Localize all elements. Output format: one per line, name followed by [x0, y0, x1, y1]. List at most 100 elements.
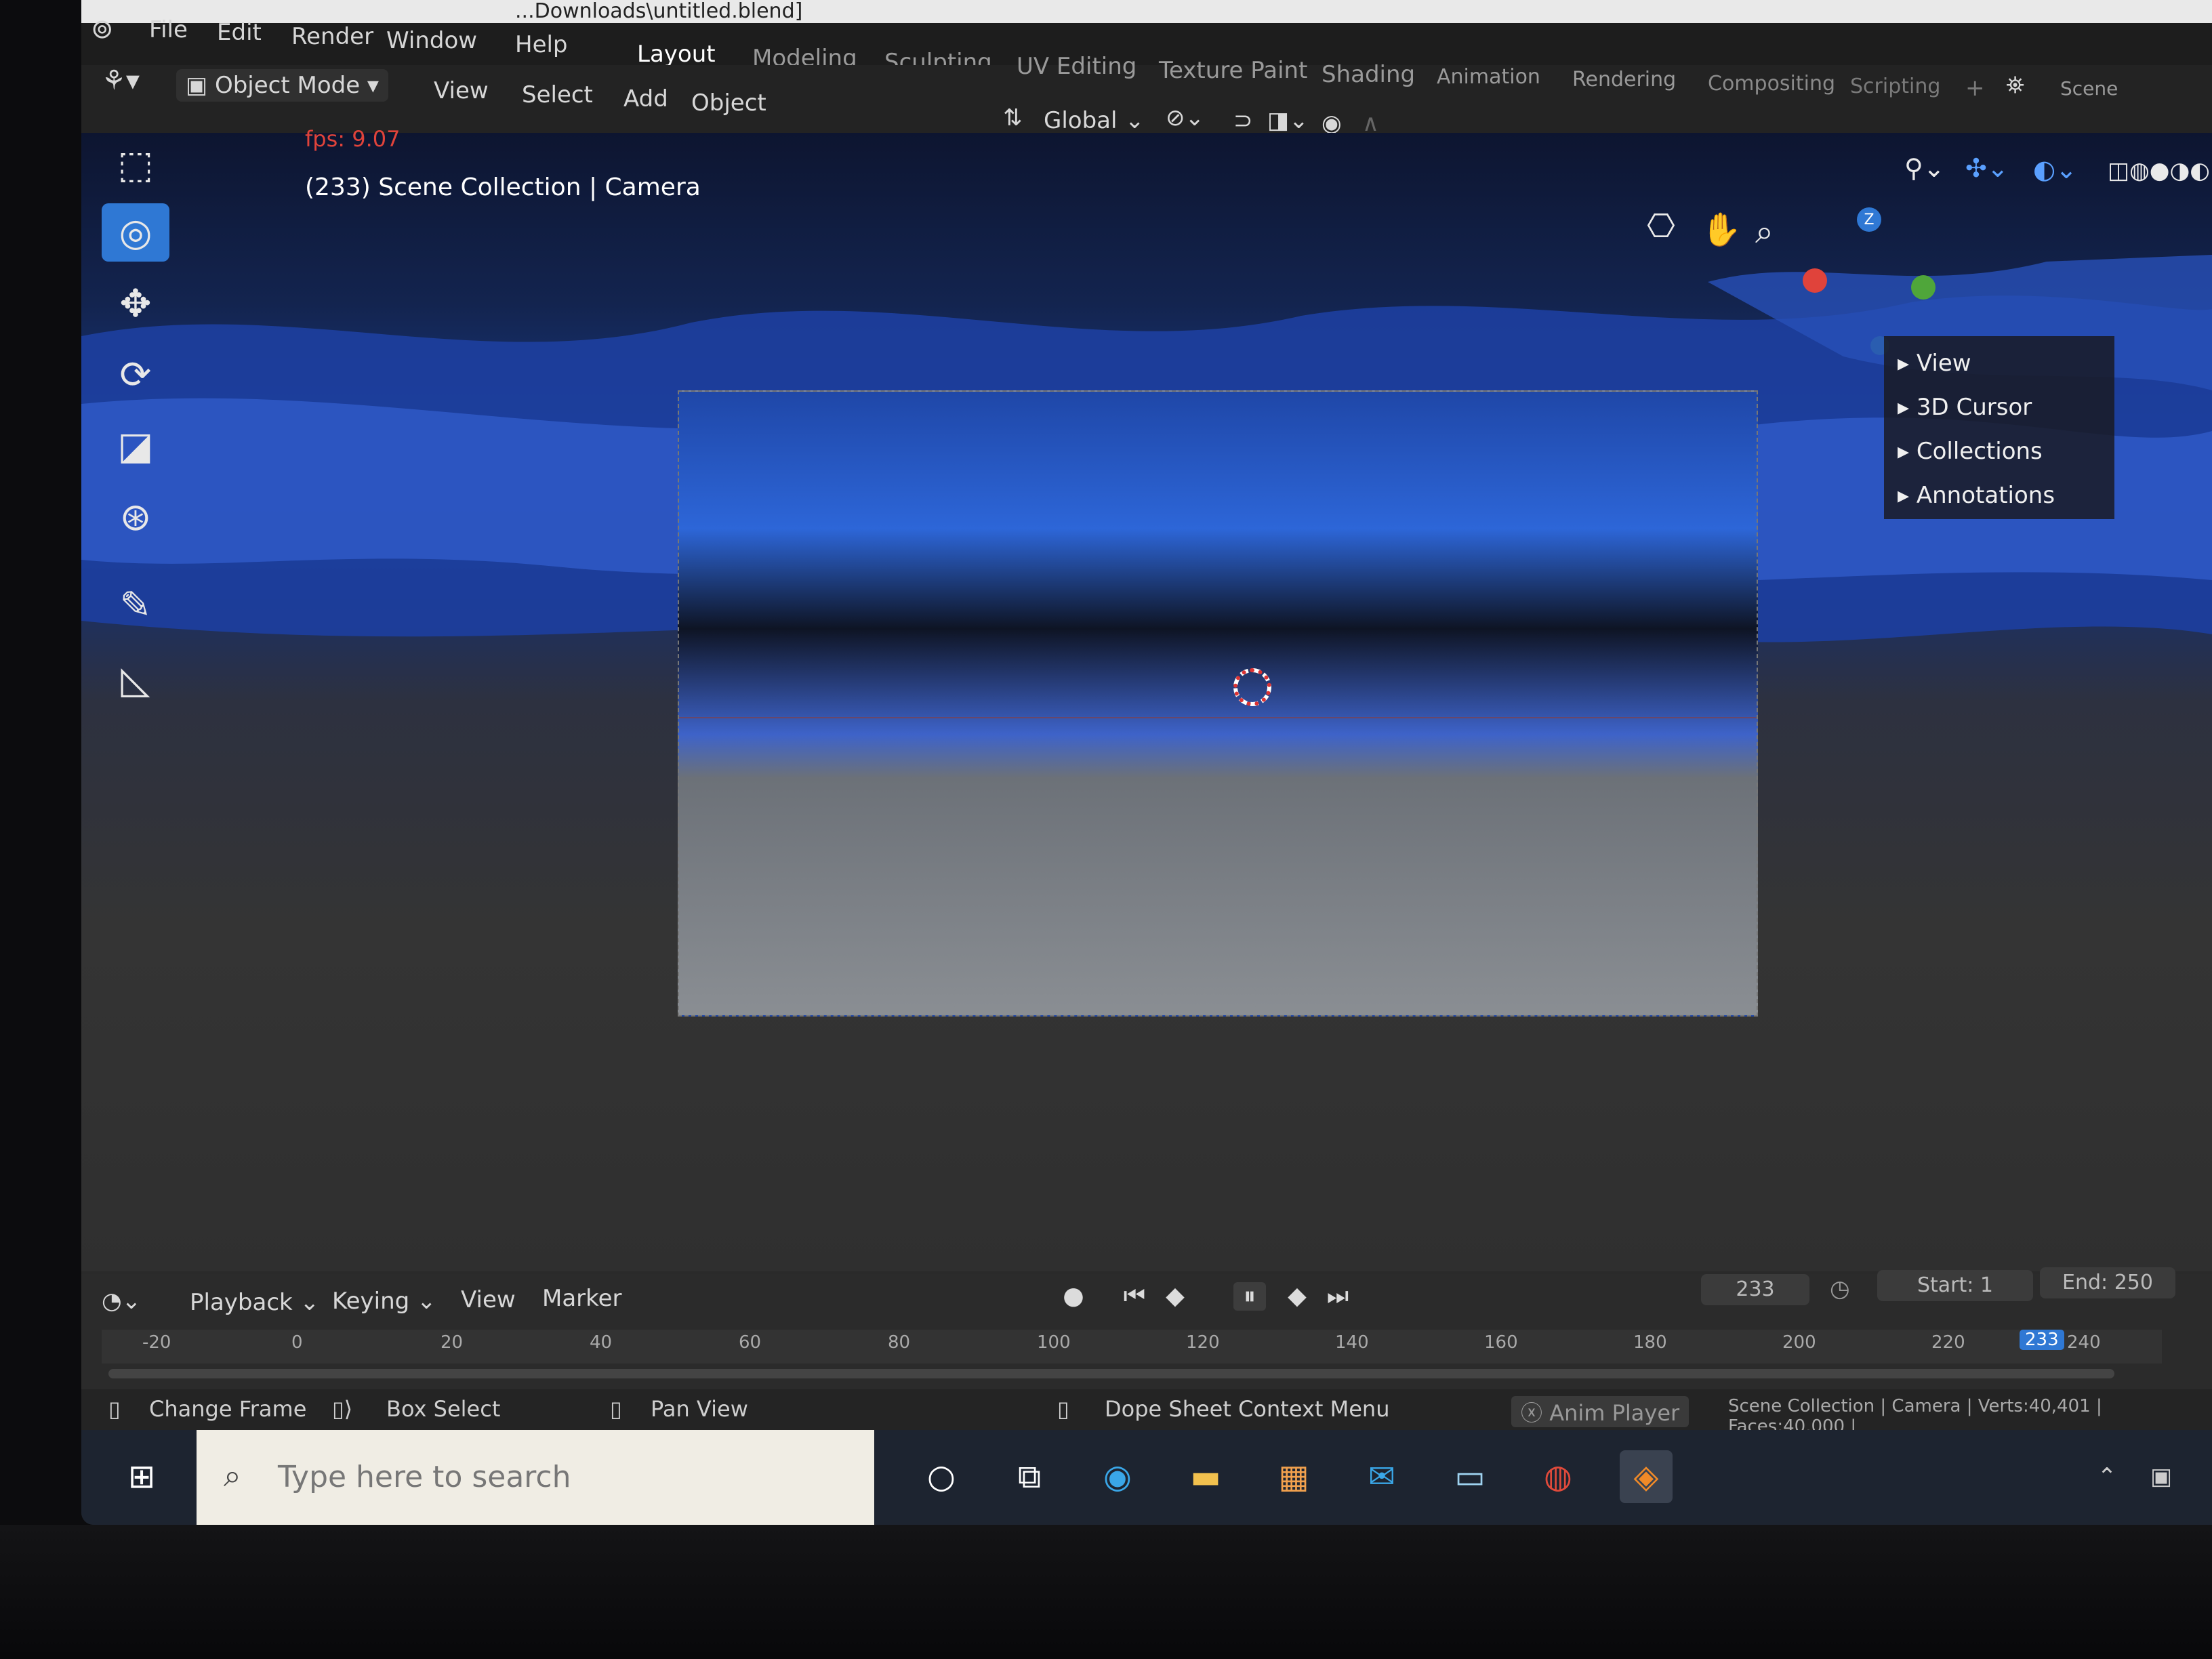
- ruler-tick: 160: [1484, 1332, 1518, 1353]
- cursor-tool-icon[interactable]: ◎: [102, 203, 169, 262]
- rotate-tool-icon[interactable]: ⟳: [102, 346, 169, 404]
- camera-view-icon[interactable]: ⎔: [1647, 207, 1675, 245]
- editor-type-icon[interactable]: ⚘▾: [102, 65, 140, 96]
- timeline-menu-playback[interactable]: Playback ⌄: [190, 1289, 319, 1316]
- sidebar-item-collections[interactable]: ▸ Collections: [1898, 438, 2043, 465]
- transform-orientation-select[interactable]: Global: [1044, 107, 1117, 134]
- 3d-cursor-icon[interactable]: [1233, 668, 1271, 706]
- monitor-bezel: [0, 1525, 2212, 1659]
- sidebar-item-label: Collections: [1916, 438, 2043, 465]
- tab-compositing[interactable]: Compositing: [1708, 72, 1835, 96]
- 3d-viewport[interactable]: fps: 9.07 (233) Scene Collection | Camer…: [81, 126, 2212, 1271]
- ruler-tick: 140: [1335, 1332, 1369, 1353]
- visibility-icon[interactable]: ⚲⌄: [1904, 153, 1945, 183]
- playhead[interactable]: 233: [2020, 1330, 2064, 1350]
- taskbar-search-box[interactable]: ⌕ Type here to search: [197, 1430, 874, 1525]
- computer-icon[interactable]: ▭: [1443, 1450, 1496, 1503]
- snap-icon[interactable]: ⊃: [1233, 107, 1253, 134]
- tab-rendering[interactable]: Rendering: [1572, 68, 1676, 91]
- timeline-menu-marker[interactable]: Marker: [542, 1285, 622, 1312]
- scale-tool-icon[interactable]: ◪: [102, 417, 169, 475]
- tab-animation[interactable]: Animation: [1437, 65, 1540, 89]
- start-label: Start:: [1917, 1273, 1974, 1297]
- tab-shading[interactable]: Shading: [1322, 61, 1415, 88]
- preview-range-icon[interactable]: ◷: [1830, 1275, 1850, 1303]
- chevron-down-icon[interactable]: ⌄: [1125, 107, 1145, 134]
- anim-player-button[interactable]: ⓧ Anim Player: [1511, 1396, 1689, 1427]
- menu-edit[interactable]: Edit: [217, 19, 262, 46]
- mouse-right-icon: ▯: [1057, 1396, 1069, 1422]
- cortana-icon[interactable]: ○: [915, 1450, 968, 1503]
- store-icon[interactable]: ▦: [1267, 1450, 1320, 1503]
- ruler-tick: 0: [291, 1332, 303, 1353]
- select-box-tool-icon[interactable]: ⬚: [102, 136, 169, 194]
- pivot-point-icon[interactable]: ⊘⌄: [1166, 104, 1204, 131]
- header-menu-select[interactable]: Select: [522, 81, 593, 108]
- tab-uv-editing[interactable]: UV Editing: [1017, 53, 1136, 80]
- timeline-menu-view[interactable]: View: [461, 1286, 516, 1313]
- tab-layout[interactable]: Layout: [637, 41, 716, 68]
- status-bar: ▯ Change Frame ▯⟩ Box Select ▯ Pan View …: [81, 1389, 2212, 1437]
- chrome-icon[interactable]: ◍: [1532, 1450, 1584, 1503]
- tab-texture-paint[interactable]: Texture Paint: [1159, 57, 1307, 84]
- frame-ruler[interactable]: -20 0 20 40 60 80 100 120 140 160 180 20…: [102, 1330, 2162, 1364]
- gizmo-z-axis[interactable]: Z: [1857, 207, 1881, 232]
- blender-logo-icon[interactable]: ⊚: [91, 14, 114, 45]
- hand-pan-icon[interactable]: ✋: [1701, 210, 1742, 249]
- jump-start-button[interactable]: ⏮: [1118, 1282, 1151, 1311]
- header-menu-view[interactable]: View: [434, 77, 489, 104]
- current-frame-field[interactable]: 233: [1701, 1274, 1809, 1305]
- gizmo-z-label: Z: [1864, 211, 1875, 228]
- zoom-icon[interactable]: ⌕: [1755, 213, 1774, 251]
- header-menu-add[interactable]: Add: [623, 85, 668, 112]
- sidebar-item-view[interactable]: ▸ View: [1898, 350, 1971, 377]
- timeline-editor: ◔⌄ Playback ⌄ Keying ⌄ View Marker ● ⏮ ◆…: [81, 1267, 2212, 1389]
- annotate-tool-icon[interactable]: ✎: [102, 576, 169, 634]
- timeline-scrollbar[interactable]: [108, 1369, 2114, 1378]
- menu-help[interactable]: Help: [515, 31, 568, 58]
- windows-start-icon[interactable]: ⊞: [115, 1450, 168, 1503]
- shading-modes-icon[interactable]: ◫◍●◑◐: [2108, 157, 2210, 184]
- scene-icon[interactable]: ⛯: [2006, 72, 2024, 99]
- transform-tool-icon[interactable]: ⊛: [102, 488, 169, 546]
- scene-name[interactable]: Scene: [2060, 77, 2118, 100]
- timeline-menu-keying[interactable]: Keying ⌄: [332, 1288, 436, 1315]
- timeline-editor-type-icon[interactable]: ◔⌄: [102, 1288, 141, 1315]
- task-view-icon[interactable]: ⧉: [1003, 1450, 1056, 1503]
- prev-keyframe-button[interactable]: ◆: [1159, 1282, 1191, 1310]
- mail-icon[interactable]: ✉: [1355, 1450, 1408, 1503]
- file-explorer-icon[interactable]: ▬: [1179, 1450, 1232, 1503]
- sidebar-item-annotations[interactable]: ▸ Annotations: [1898, 482, 2055, 509]
- snap-target-icon[interactable]: ◨⌄: [1267, 107, 1309, 134]
- start-value: 1: [1980, 1273, 1994, 1297]
- menu-window[interactable]: Window: [386, 27, 477, 54]
- status-context-menu: Dope Sheet Context Menu: [1105, 1396, 1390, 1422]
- fps-counter: fps: 9.07: [305, 126, 401, 152]
- record-button[interactable]: ●: [1057, 1282, 1090, 1310]
- menu-render[interactable]: Render: [291, 23, 373, 50]
- ruler-tick: 40: [590, 1332, 613, 1353]
- gizmos-icon[interactable]: ✣⌄: [1965, 153, 2009, 183]
- start-frame-field[interactable]: Start: 1: [1877, 1270, 2033, 1301]
- sidebar-item-3d-cursor[interactable]: ▸ 3D Cursor: [1898, 394, 2032, 421]
- window-title: ...Downloads\untitled.blend]: [515, 0, 803, 23]
- gizmo-y-axis[interactable]: [1911, 275, 1936, 300]
- measure-tool-icon[interactable]: ◺: [102, 651, 169, 709]
- jump-end-button[interactable]: ⏭: [1322, 1282, 1354, 1311]
- tab-scripting[interactable]: Scripting: [1850, 75, 1940, 98]
- next-keyframe-button[interactable]: ◆: [1281, 1282, 1313, 1310]
- menu-file[interactable]: File: [149, 16, 188, 43]
- pause-button[interactable]: ⏸: [1233, 1282, 1266, 1311]
- window-title-bar: ...Downloads\untitled.blend]: [81, 0, 2212, 23]
- move-tool-icon[interactable]: ✥: [102, 274, 169, 333]
- gizmo-x-axis[interactable]: [1803, 268, 1827, 293]
- blender-taskbar-icon[interactable]: ◈: [1620, 1450, 1673, 1503]
- header-menu-object[interactable]: Object: [691, 89, 766, 117]
- tray-app-icon[interactable]: ▣: [2135, 1450, 2188, 1503]
- tray-chevron-icon[interactable]: ⌃: [2081, 1450, 2133, 1503]
- edge-browser-icon[interactable]: ◉: [1091, 1450, 1144, 1503]
- end-frame-field[interactable]: End: 250: [2040, 1267, 2175, 1298]
- mode-select[interactable]: ▣ Object Mode ▾: [176, 69, 388, 102]
- overlays-icon[interactable]: ◐⌄: [2033, 155, 2077, 184]
- add-workspace-icon[interactable]: +: [1965, 75, 1985, 102]
